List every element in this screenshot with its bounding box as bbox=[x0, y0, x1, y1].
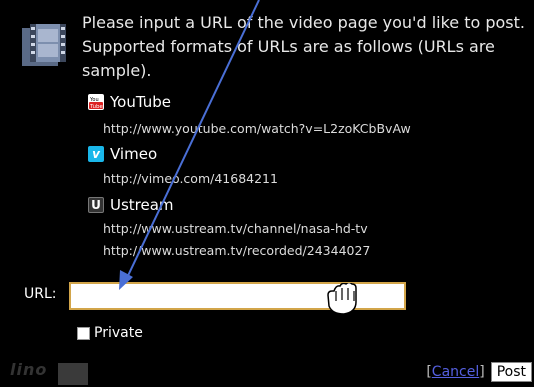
film-icon bbox=[22, 24, 66, 66]
logo-mark bbox=[58, 363, 88, 385]
service-name: YouTube bbox=[110, 93, 171, 111]
sample-url: http://www.ustream.tv/channel/nasa-hd-tv bbox=[103, 221, 368, 236]
vimeo-icon: v bbox=[88, 146, 104, 162]
dialog-actions: [Cancel] Post bbox=[426, 362, 532, 382]
service-ustream: U Ustream bbox=[88, 196, 174, 214]
hand-cursor-icon bbox=[327, 283, 357, 315]
cancel-wrapper: [Cancel] bbox=[426, 364, 484, 380]
private-option[interactable]: Private bbox=[77, 325, 143, 341]
private-checkbox[interactable] bbox=[77, 326, 90, 340]
sample-url: http://www.ustream.tv/recorded/24344027 bbox=[103, 243, 371, 258]
lino-logo: lino bbox=[10, 360, 48, 379]
service-name: Vimeo bbox=[110, 145, 158, 163]
cancel-link[interactable]: Cancel bbox=[432, 364, 479, 380]
service-vimeo: v Vimeo bbox=[88, 145, 157, 163]
svg-text:Tube: Tube bbox=[89, 104, 103, 109]
sample-url: http://vimeo.com/41684211 bbox=[103, 171, 278, 186]
post-button[interactable]: Post bbox=[490, 362, 532, 382]
service-youtube: You Tube YouTube bbox=[88, 93, 171, 111]
private-label: Private bbox=[94, 325, 143, 341]
instructions-text: Please input a URL of the video page you… bbox=[82, 13, 525, 80]
sample-url: http://www.youtube.com/watch?v=L2zoKCbBv… bbox=[103, 121, 411, 136]
ustream-icon: U bbox=[88, 197, 104, 213]
service-name: Ustream bbox=[110, 196, 174, 214]
youtube-icon: You Tube bbox=[88, 94, 104, 110]
bracket-close: ] bbox=[479, 364, 485, 380]
url-label: URL: bbox=[24, 286, 57, 302]
